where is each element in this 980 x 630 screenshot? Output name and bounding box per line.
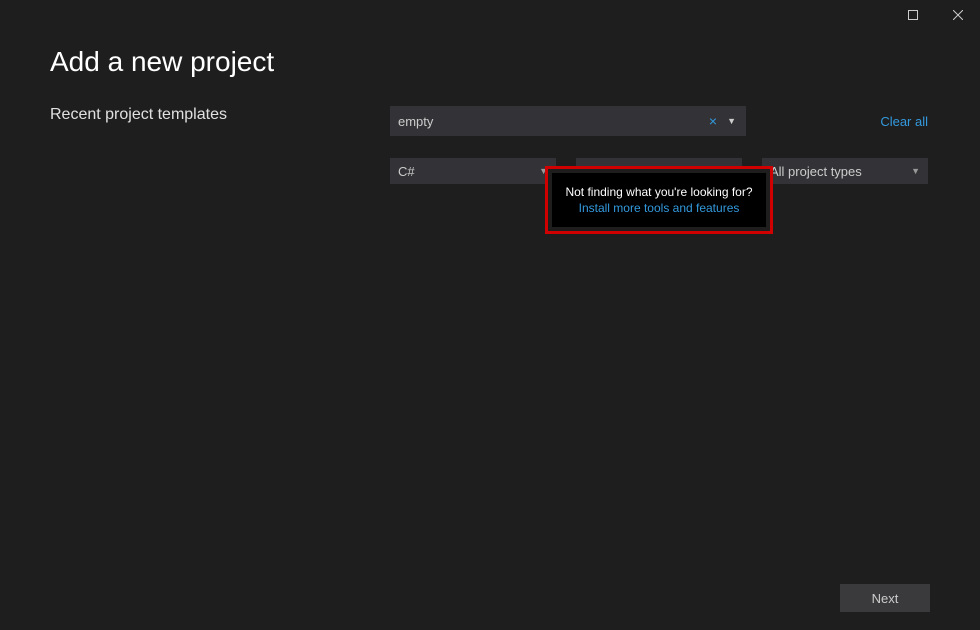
maximize-icon [908,10,918,20]
search-input[interactable] [398,114,705,129]
chevron-down-icon: ▼ [911,166,920,176]
recent-templates-header: Recent project templates [50,106,390,124]
project-type-filter-label: All project types [770,164,862,179]
search-box[interactable]: × ▼ [390,106,746,136]
install-tools-link[interactable]: Install more tools and features [562,201,756,215]
language-filter[interactable]: C# ▼ [390,158,556,184]
search-dropdown-icon[interactable]: ▼ [721,116,738,126]
install-tools-callout: Not finding what you're looking for? Ins… [545,166,773,234]
language-filter-label: C# [398,164,415,179]
close-icon [953,10,963,20]
callout-text: Not finding what you're looking for? [562,185,756,199]
clear-all-link[interactable]: Clear all [880,114,930,129]
page-title: Add a new project [50,46,930,78]
clear-search-icon[interactable]: × [705,113,721,129]
maximize-button[interactable] [890,0,935,30]
titlebar [0,0,980,30]
close-button[interactable] [935,0,980,30]
project-type-filter[interactable]: All project types ▼ [762,158,928,184]
next-button[interactable]: Next [840,584,930,612]
